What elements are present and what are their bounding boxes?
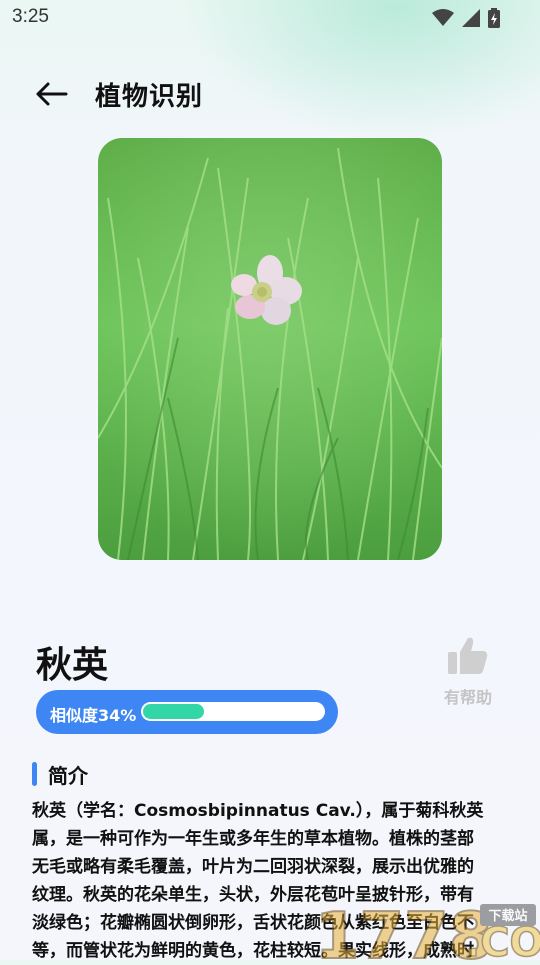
battery-icon [488,8,500,28]
intro-title: 简介 [48,764,88,788]
page-title: 植物识别 [95,82,204,112]
plant-name: 秋英 [36,645,109,686]
intro-line: 无毛或略有柔毛覆盖，叶片为二回羽状深裂，展示出优雅的 [32,857,474,877]
similarity-bar: 相似度34% [36,690,338,734]
helpful-label: 有帮助 [443,688,492,707]
intro-accent-bar [32,762,37,786]
cellular-signal-icon [462,9,480,27]
status-icons [432,8,500,28]
intro-line: 属，是一种可作为一年生或多年生的草本植物。植株的茎部 [32,829,474,849]
status-time: 3:25 [12,6,49,27]
watermark-logo: 1778 .COM 下载站 [315,900,540,960]
helpful-button[interactable]: 有帮助 [438,636,498,708]
status-bar: 3:25 [0,0,540,36]
plant-photo [98,138,442,560]
header: 植物识别 [0,70,540,120]
thumbs-up-icon [448,637,488,674]
wifi-icon [432,9,454,26]
intro-line: 秋英（学名：Cosmosbipinnatus Cav.），属于菊科秋英 [32,801,484,821]
arrow-left-icon [36,82,68,106]
watermark-label: 下载站 [488,908,527,924]
similarity-label: 相似度34% [50,706,137,725]
similarity-fill [143,704,204,719]
similarity-track [141,702,325,721]
back-button[interactable] [32,76,72,112]
